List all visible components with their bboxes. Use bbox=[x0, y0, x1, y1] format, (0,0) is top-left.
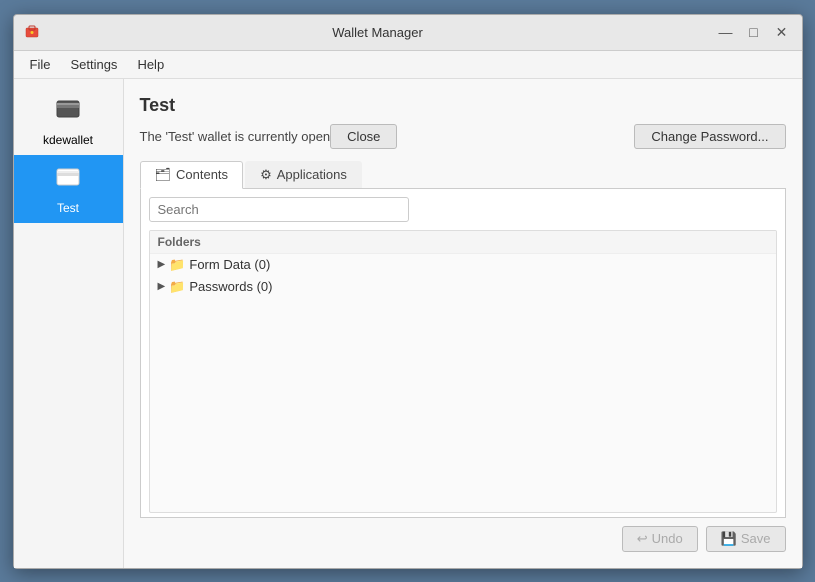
close-wallet-button[interactable]: Close bbox=[330, 124, 397, 149]
change-password-button[interactable]: Change Password... bbox=[634, 124, 785, 149]
tab-contents-label: Contents bbox=[176, 167, 228, 182]
sidebar-item-kdewallet[interactable]: kdewallet bbox=[14, 87, 123, 155]
folder-name-passwords: Passwords (0) bbox=[189, 279, 272, 294]
main-layout: kdewallet Test Test The 'Test' wallet is… bbox=[14, 79, 802, 568]
main-window: Wallet Manager — □ ✕ File Settings Help bbox=[13, 14, 803, 569]
folder-name-form-data: Form Data (0) bbox=[189, 257, 270, 272]
content-area: Test The 'Test' wallet is currently open… bbox=[124, 79, 802, 568]
test-wallet-icon bbox=[54, 163, 82, 197]
tab-applications[interactable]: ⚙ Applications bbox=[245, 161, 362, 188]
window-controls: — □ ✕ bbox=[714, 20, 794, 44]
save-icon: 💾 bbox=[721, 531, 737, 547]
tab-panel: Folders ▶ 📁 Form Data (0) ▶ 📁 Passwords … bbox=[140, 189, 786, 518]
wallet-icon bbox=[54, 95, 82, 129]
folder-icon-passwords: 📁 bbox=[169, 279, 185, 295]
app-icon bbox=[22, 22, 42, 42]
save-button[interactable]: 💾 Save bbox=[706, 526, 786, 552]
folder-item-form-data[interactable]: ▶ 📁 Form Data (0) bbox=[150, 254, 776, 276]
folders-panel: Folders ▶ 📁 Form Data (0) ▶ 📁 Passwords … bbox=[149, 230, 777, 513]
close-button[interactable]: ✕ bbox=[770, 20, 794, 44]
wallet-status-text: The 'Test' wallet is currently open bbox=[140, 129, 331, 144]
window-title: Wallet Manager bbox=[42, 25, 714, 40]
folder-icon-form-data: 📁 bbox=[169, 257, 185, 273]
menu-file[interactable]: File bbox=[22, 55, 59, 74]
tabs: 🗂 Contents ⚙ Applications bbox=[140, 161, 786, 189]
contents-tab-icon: 🗂 bbox=[155, 167, 172, 183]
folder-item-passwords[interactable]: ▶ 📁 Passwords (0) bbox=[150, 276, 776, 298]
chevron-icon-form-data: ▶ bbox=[158, 259, 166, 270]
folders-header: Folders bbox=[150, 231, 776, 254]
status-actions: Close bbox=[330, 124, 397, 149]
menu-help[interactable]: Help bbox=[129, 55, 172, 74]
page-title: Test bbox=[140, 95, 786, 116]
undo-button[interactable]: ↩ Undo bbox=[622, 526, 698, 552]
save-label: Save bbox=[741, 531, 771, 546]
tab-contents[interactable]: 🗂 Contents bbox=[140, 161, 244, 189]
wallet-status-bar: The 'Test' wallet is currently open Clos… bbox=[140, 124, 786, 149]
undo-icon: ↩ bbox=[637, 531, 648, 547]
sidebar-label-test: Test bbox=[57, 201, 79, 215]
bottom-bar: ↩ Undo 💾 Save bbox=[140, 518, 786, 552]
search-container bbox=[141, 189, 785, 226]
chevron-icon-passwords: ▶ bbox=[158, 281, 166, 292]
maximize-button[interactable]: □ bbox=[742, 20, 766, 44]
undo-label: Undo bbox=[652, 531, 683, 546]
sidebar-item-test[interactable]: Test bbox=[14, 155, 123, 223]
tab-applications-label: Applications bbox=[277, 167, 347, 182]
titlebar: Wallet Manager — □ ✕ bbox=[14, 15, 802, 51]
sidebar: kdewallet Test bbox=[14, 79, 124, 568]
sidebar-label-kdewallet: kdewallet bbox=[43, 133, 93, 147]
menubar: File Settings Help bbox=[14, 51, 802, 79]
applications-tab-icon: ⚙ bbox=[260, 167, 272, 183]
minimize-button[interactable]: — bbox=[714, 20, 738, 44]
menu-settings[interactable]: Settings bbox=[62, 55, 125, 74]
search-input[interactable] bbox=[149, 197, 409, 222]
